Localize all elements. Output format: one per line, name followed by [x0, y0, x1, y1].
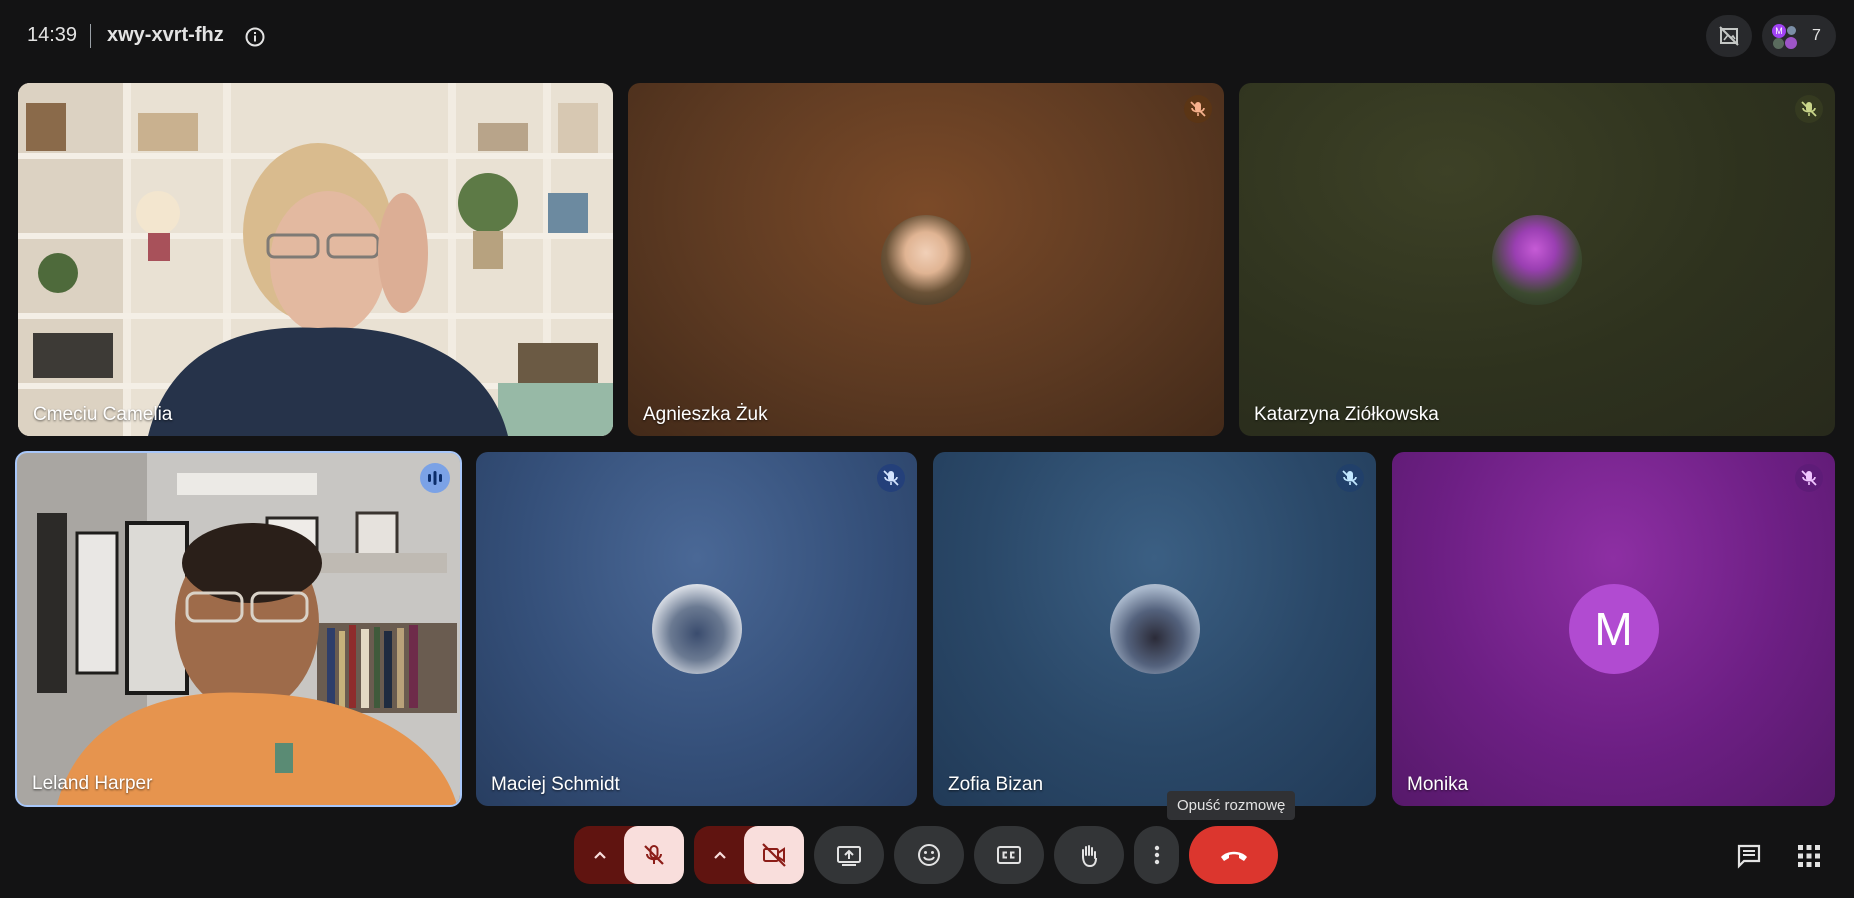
mic-off-icon: [640, 841, 668, 869]
meeting-code: xwy-xvrt-fhz: [107, 24, 224, 46]
no-camera-icon: [1718, 25, 1740, 47]
emoji-icon: [915, 841, 943, 869]
video-feed: [18, 83, 613, 436]
chevron-up-icon: [711, 846, 729, 864]
participant-tile[interactable]: Zofia Bizan: [933, 452, 1376, 806]
avatar: [1109, 584, 1200, 674]
avatar: [1787, 26, 1796, 35]
participant-tile[interactable]: Katarzyna Ziółkowska: [1239, 83, 1835, 436]
mic-control-group: [574, 826, 684, 884]
hang-up-icon: [1218, 842, 1250, 868]
participant-count: 7: [1812, 27, 1821, 44]
participant-tile[interactable]: Maciej Schmidt: [476, 452, 917, 806]
video-off-icon: [760, 841, 788, 869]
participant-name: Leland Harper: [32, 773, 153, 794]
chevron-up-icon: [591, 846, 609, 864]
leave-call-tooltip: Opuść rozmowę: [1167, 791, 1296, 820]
divider: [90, 24, 91, 48]
avatar: [651, 584, 742, 674]
speaking-indicator-icon: [420, 463, 450, 493]
participant-tile[interactable]: Agnieszka Żuk: [628, 83, 1224, 436]
participant-tile-active-speaker[interactable]: Leland Harper: [15, 451, 462, 807]
raise-hand-icon: [1075, 841, 1103, 869]
more-options-icon: [1146, 841, 1168, 869]
participant-avatars: M: [1772, 24, 1798, 50]
chat-icon[interactable]: [1734, 841, 1764, 871]
participant-name: Cmeciu Camelia: [33, 404, 173, 425]
hide-self-view-button[interactable]: [1706, 15, 1752, 57]
avatar: [1785, 37, 1797, 49]
emoji-button[interactable]: [894, 826, 964, 884]
control-bar: [0, 826, 1854, 898]
captions-icon: [995, 841, 1023, 869]
mic-off-icon: [1184, 95, 1212, 123]
leave-call-button[interactable]: [1189, 826, 1278, 884]
participant-name: Katarzyna Ziółkowska: [1254, 404, 1439, 425]
top-bar: 14:39 xwy-xvrt-fhz M 7: [0, 0, 1854, 75]
participant-tile[interactable]: M Monika: [1392, 452, 1835, 806]
raise-hand-button[interactable]: [1054, 826, 1124, 884]
meeting-time: 14:39: [27, 24, 78, 46]
participant-name: Monika: [1407, 774, 1469, 795]
present-screen-icon: [835, 841, 863, 869]
present-screen-button[interactable]: [814, 826, 884, 884]
participant-name: Agnieszka Żuk: [643, 404, 768, 425]
more-options-button[interactable]: [1134, 826, 1179, 884]
captions-button[interactable]: [974, 826, 1044, 884]
camera-toggle-button[interactable]: [744, 826, 804, 884]
mic-off-icon: [1795, 95, 1823, 123]
avatar: M: [1772, 24, 1786, 38]
participants-button[interactable]: M 7: [1762, 15, 1836, 57]
participant-name: Zofia Bizan: [948, 774, 1044, 795]
mic-off-icon: [1795, 464, 1823, 492]
camera-control-group: [694, 826, 804, 884]
avatar: [1492, 214, 1582, 305]
video-feed: [17, 453, 460, 805]
mic-off-icon: [1336, 464, 1364, 492]
activities-grid-icon[interactable]: [1794, 841, 1824, 871]
info-icon[interactable]: [244, 26, 266, 48]
mic-toggle-button[interactable]: [624, 826, 684, 884]
avatar: M: [1568, 584, 1659, 674]
participant-tile[interactable]: Cmeciu Camelia: [18, 83, 613, 436]
avatar: [881, 214, 971, 305]
participant-name: Maciej Schmidt: [491, 774, 620, 795]
avatar: [1773, 38, 1784, 49]
mic-off-icon: [877, 464, 905, 492]
avatar-letter: M: [1594, 603, 1633, 655]
